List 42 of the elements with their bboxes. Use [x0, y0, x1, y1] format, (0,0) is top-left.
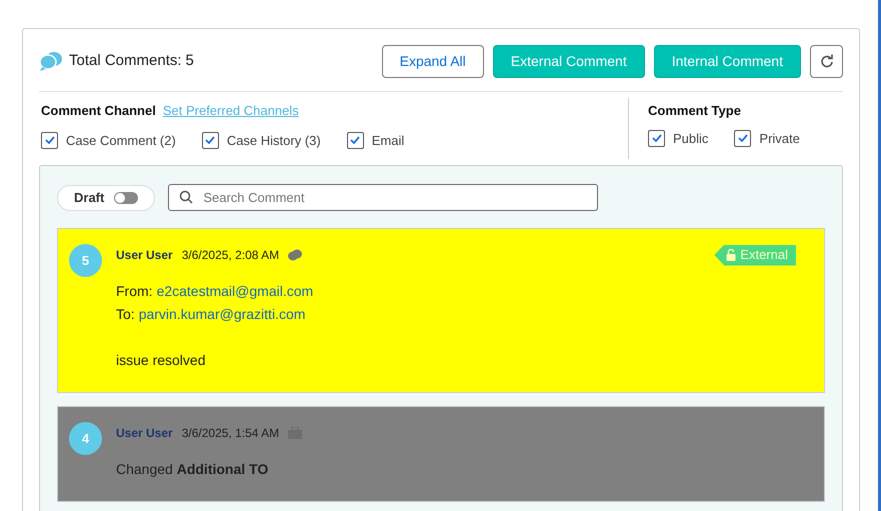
checkbox[interactable] — [202, 132, 219, 149]
unlocked-padlock-icon — [726, 249, 736, 261]
checkbox-label: Public — [673, 130, 708, 148]
refresh-button[interactable] — [810, 44, 843, 78]
section-title: Comment Channel — [41, 102, 156, 120]
comment-number-avatar: 5 — [69, 244, 102, 277]
checkmark-icon — [738, 134, 748, 142]
chat-bubbles-icon — [288, 249, 302, 261]
checkbox-label: Case History (3) — [226, 132, 321, 150]
checkmark-icon — [205, 136, 216, 144]
address-label: To: — [116, 305, 135, 324]
action-button[interactable]: Expand All — [382, 44, 484, 78]
checkbox-label: Case Comment (2) — [66, 132, 176, 150]
draft-toggle[interactable]: Draft — [57, 184, 156, 210]
total-comments-count: 5 — [186, 50, 194, 71]
comment-author: User User — [116, 247, 173, 264]
checkmark-icon — [44, 136, 54, 144]
search-icon — [179, 190, 194, 204]
address-label: From: — [116, 282, 153, 301]
refresh-icon — [820, 54, 834, 68]
comment-author: User User — [116, 425, 173, 442]
total-comments-label: Total Comments: — [69, 50, 182, 71]
checkmark-icon — [652, 134, 662, 142]
checkbox-label: Email — [372, 132, 404, 150]
chat-bubbles-icon — [39, 51, 63, 71]
checkbox[interactable] — [41, 132, 58, 149]
checkbox[interactable] — [648, 130, 665, 147]
comment-time: 3/6/2025, 2:08 AM — [182, 247, 280, 264]
comment-time: 3/6/2025, 1:54 AM — [182, 425, 280, 442]
search-field[interactable]: Search Comment — [168, 184, 598, 211]
email-link[interactable]: e2catestmail@gmail.com — [156, 280, 314, 303]
comment-text: Changed Additional TO — [116, 461, 268, 477]
toggle-switch[interactable] — [114, 192, 138, 204]
comment-number-avatar: 4 — [69, 422, 102, 455]
checkbox-label: Private — [759, 130, 800, 148]
comment-text: issue resolved — [116, 352, 206, 368]
section-title: Comment Type — [648, 102, 742, 120]
checkbox[interactable] — [346, 132, 364, 149]
badge-label: External — [740, 246, 788, 264]
checkmark-icon — [350, 136, 360, 144]
checkbox[interactable] — [734, 130, 752, 147]
email-link[interactable]: parvin.kumar@grazitti.com — [138, 303, 306, 326]
